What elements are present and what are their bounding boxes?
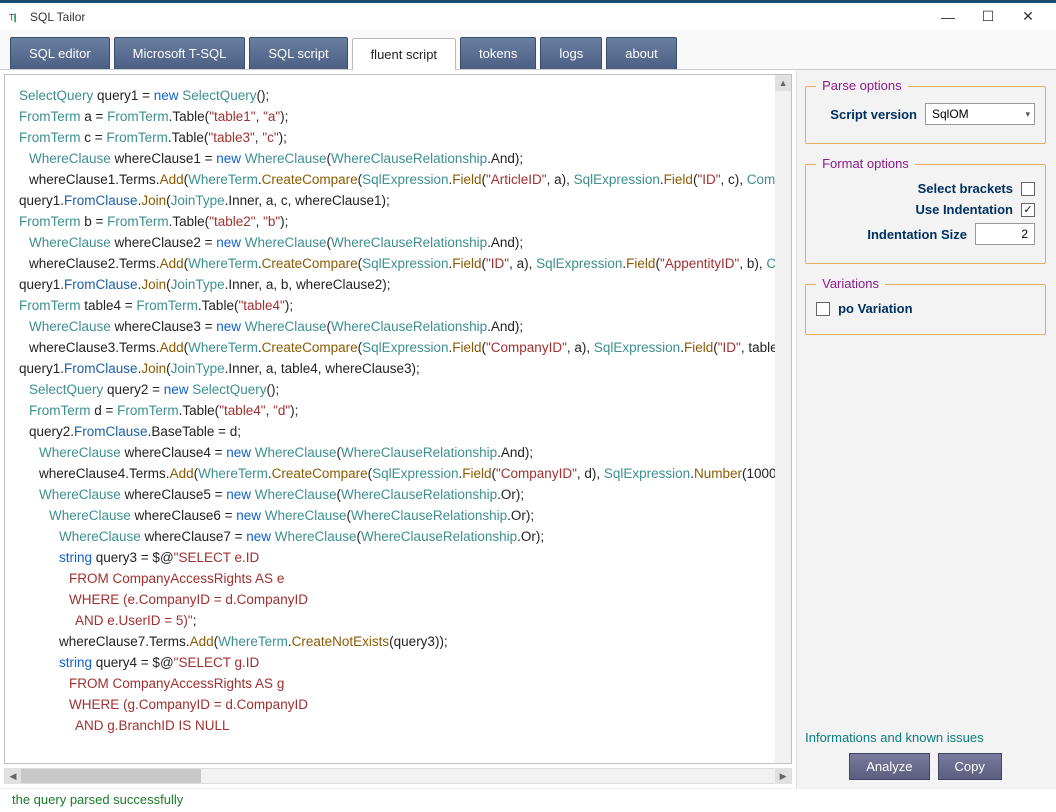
- parse-options-title: Parse options: [816, 78, 908, 93]
- scroll-up-icon[interactable]: ▲: [775, 75, 791, 91]
- titlebar: T SQL Tailor — ☐ ✕: [0, 0, 1056, 30]
- minimize-button[interactable]: —: [928, 3, 968, 31]
- format-options-title: Format options: [816, 156, 915, 171]
- indentation-size-input[interactable]: [975, 223, 1035, 245]
- script-version-label: Script version: [816, 107, 917, 122]
- po-variation-label: po Variation: [838, 301, 912, 316]
- right-panel: Parse options Script version SqlOM ▾ For…: [797, 70, 1056, 788]
- variations-group: Variations po Variation: [805, 284, 1046, 335]
- po-variation-checkbox[interactable]: [816, 302, 830, 316]
- select-brackets-label: Select brackets: [816, 181, 1013, 196]
- use-indentation-label: Use Indentation: [816, 202, 1013, 217]
- script-version-value: SqlOM: [932, 107, 969, 121]
- tab-tokens[interactable]: tokens: [460, 37, 536, 69]
- tab-fluent-script[interactable]: fluent script: [352, 38, 456, 70]
- tab-microsoft-tsql[interactable]: Microsoft T-SQL: [114, 37, 246, 69]
- info-link[interactable]: Informations and known issues: [805, 730, 1046, 745]
- chevron-down-icon: ▾: [1025, 109, 1030, 120]
- tabs-bar: SQL editor Microsoft T-SQL SQL script fl…: [0, 30, 1056, 70]
- tab-sql-script[interactable]: SQL script: [249, 37, 347, 69]
- indentation-size-label: Indentation Size: [816, 227, 967, 242]
- use-indentation-checkbox[interactable]: ✓: [1021, 203, 1035, 217]
- vertical-scrollbar[interactable]: ▲: [775, 75, 791, 763]
- horizontal-scrollbar[interactable]: ◀ ▶: [4, 768, 792, 784]
- copy-button[interactable]: Copy: [938, 753, 1002, 780]
- parse-options-group: Parse options Script version SqlOM ▾: [805, 86, 1046, 144]
- app-icon: T: [8, 9, 24, 25]
- variations-title: Variations: [816, 276, 885, 291]
- scroll-left-icon[interactable]: ◀: [5, 768, 21, 784]
- script-version-select[interactable]: SqlOM ▾: [925, 103, 1035, 125]
- app-title: SQL Tailor: [30, 10, 85, 24]
- tab-about[interactable]: about: [606, 37, 677, 69]
- format-options-group: Format options Select brackets Use Inden…: [805, 164, 1046, 264]
- code-editor[interactable]: ▲ SelectQuery query1 = new SelectQuery()…: [4, 74, 792, 764]
- tab-logs[interactable]: logs: [540, 37, 602, 69]
- status-bar: the query parsed successfully: [0, 788, 1056, 812]
- status-text: the query parsed successfully: [12, 792, 183, 807]
- hscroll-thumb[interactable]: [21, 769, 201, 783]
- tab-sql-editor[interactable]: SQL editor: [10, 37, 110, 69]
- select-brackets-checkbox[interactable]: [1021, 182, 1035, 196]
- svg-text:T: T: [9, 12, 15, 22]
- maximize-button[interactable]: ☐: [968, 3, 1008, 31]
- close-button[interactable]: ✕: [1008, 3, 1048, 31]
- analyze-button[interactable]: Analyze: [849, 753, 929, 780]
- scroll-right-icon[interactable]: ▶: [775, 768, 791, 784]
